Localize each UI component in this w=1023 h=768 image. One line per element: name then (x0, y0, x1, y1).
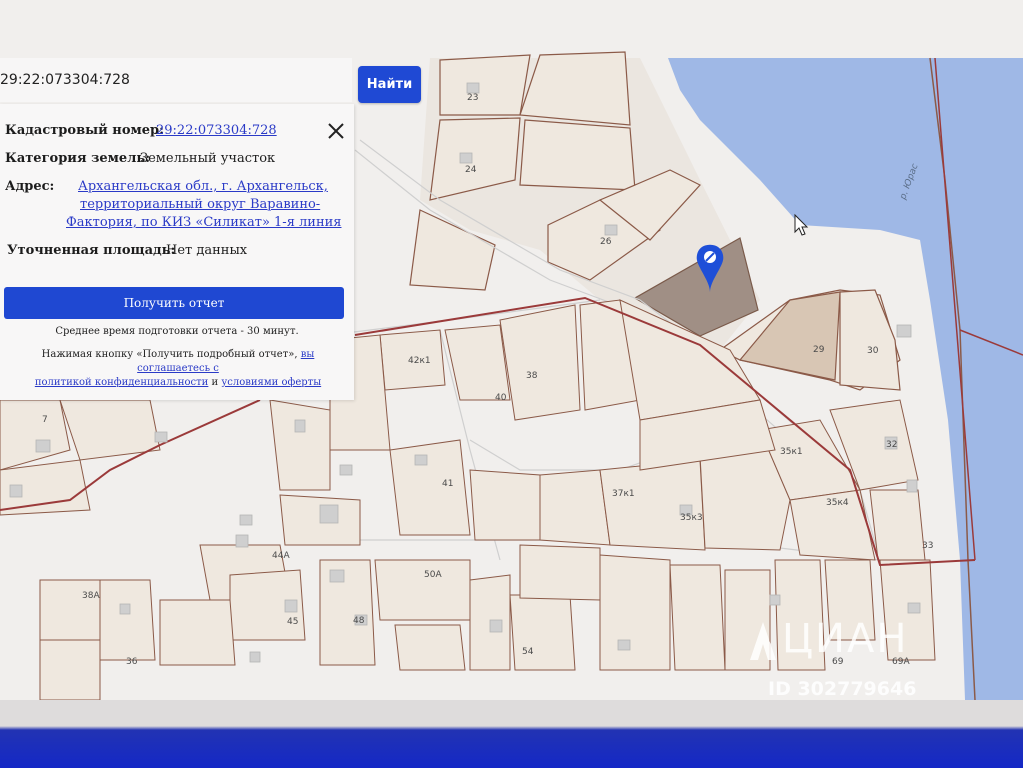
area-label: Уточненная площадь: (7, 243, 176, 258)
plot-label: 23 (467, 93, 478, 103)
plot-label: 32 (886, 440, 897, 450)
avg-time-note: Среднее время подготовки отчета - 30 мин… (55, 326, 299, 337)
plot-label: 54 (522, 647, 534, 657)
privacy-policy-link[interactable]: политикой конфиденциальности (35, 377, 209, 388)
plot-label: 50А (424, 570, 442, 580)
parcel-info-card: Кадастровый номер: 29:22:073304:728 Кате… (0, 104, 354, 400)
address-link-line-2[interactable]: территориальный округ Варавино- (80, 197, 320, 212)
address-link-line-3[interactable]: Фактория, по КИЗ «Силикат» 1-я линия (66, 215, 341, 230)
plot-label: 42к1 (408, 356, 431, 366)
plot-label: 35к4 (826, 498, 849, 508)
cian-watermark: ЦИАН ID 302779646 (738, 616, 948, 700)
plot-label: 41 (442, 479, 453, 489)
search-bar (0, 58, 352, 102)
land-category-label: Категория земель: (5, 151, 150, 166)
plot-label: 45 (287, 617, 298, 627)
cadastral-search-input[interactable] (0, 66, 330, 94)
address-link-line-1[interactable]: Архангельская обл., г. Архангельск, (78, 179, 328, 194)
close-icon[interactable] (325, 120, 347, 142)
plot-label: 24 (465, 165, 477, 175)
cadastral-number-link[interactable]: 29:22:073304:728 (156, 123, 277, 138)
plot-label: 40 (495, 393, 507, 403)
plot-label: 29 (813, 345, 825, 355)
plot-label: 37к1 (612, 489, 635, 499)
area-value: Нет данных (166, 243, 248, 258)
terms-link[interactable]: условиями оферты (221, 377, 321, 388)
plot-label: 33 (922, 541, 933, 551)
plot-label: 38 (526, 371, 538, 381)
address-label: Адрес: (5, 179, 55, 194)
cadastral-number-label: Кадастровый номер: (5, 123, 164, 138)
plot-label: 48 (353, 616, 365, 626)
monitor-bottom-bar (0, 700, 1023, 768)
land-category-value: Земельный участок (140, 151, 276, 166)
plot-label: 26 (600, 237, 612, 247)
map-screen: 23 24 26 29 30 42к1 38 40 32 35к1 35к4 4… (0, 0, 1023, 700)
plot-label: 30 (867, 346, 879, 356)
find-button[interactable]: Найти (358, 66, 421, 103)
plot-label: 36 (126, 657, 138, 667)
plot-label: 44А (272, 551, 290, 561)
consent-and: и (211, 377, 219, 388)
plot-label: 35к1 (780, 447, 803, 457)
consent-note: Нажимая кнопку «Получить подробный отчет… (8, 348, 348, 390)
get-report-button[interactable]: Получить отчет (4, 287, 344, 319)
watermark-id: ID 302779646 (768, 678, 917, 700)
watermark-brand: ЦИАН (782, 616, 909, 662)
consent-prefix: Нажимая кнопку «Получить подробный отчет… (41, 349, 298, 360)
plot-label: 38А (82, 591, 100, 601)
plot-label: 35к3 (680, 513, 703, 523)
plot-label: 7 (42, 415, 48, 425)
cian-logo-icon (750, 622, 776, 660)
